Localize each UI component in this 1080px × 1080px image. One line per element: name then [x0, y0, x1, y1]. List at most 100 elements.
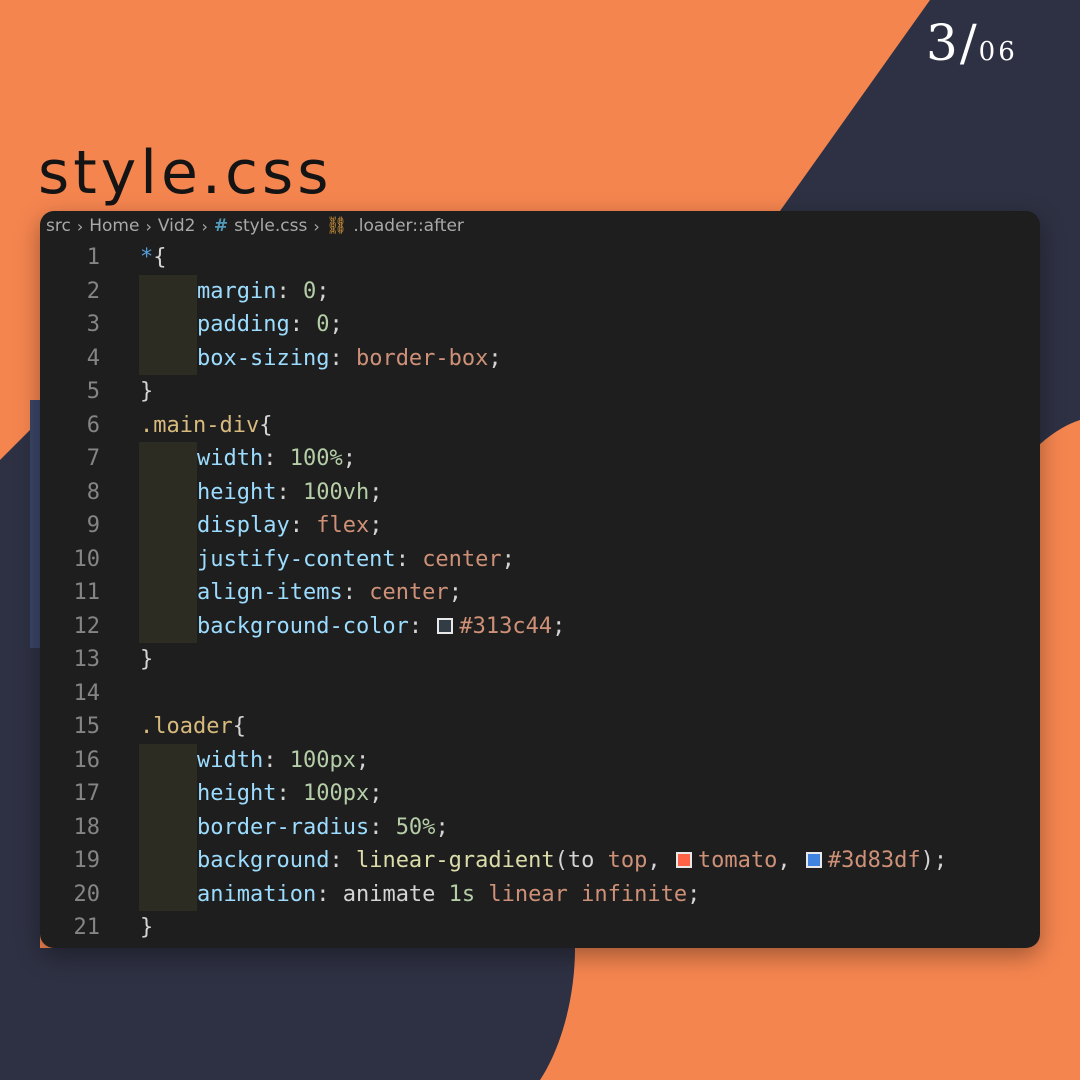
- line-number: 21: [73, 915, 101, 940]
- code-line: 2 margin: 0;: [40, 274, 1040, 309]
- code-line: 9 display: flex;: [40, 509, 1040, 543]
- page-separator: /: [959, 14, 977, 72]
- code-token: center: [369, 580, 449, 605]
- code-token: 100vh: [302, 479, 370, 505]
- chevron-right-icon: ›: [145, 216, 152, 236]
- chevron-right-icon: ›: [201, 216, 208, 236]
- code-token: ,: [647, 848, 674, 873]
- line-number: 3: [86, 312, 100, 337]
- code-token: :: [289, 312, 317, 337]
- line-number: 12: [73, 613, 101, 639]
- code-line: 4 box-sizing: border-box;: [40, 341, 1040, 376]
- navy-side-accent: [30, 400, 40, 648]
- code-line: 19 background: linear-gradient(to top, to…: [40, 844, 1040, 878]
- code-text: justify-content: center;: [197, 543, 515, 577]
- code-token: ;: [369, 513, 383, 538]
- line-number: 8: [86, 479, 100, 505]
- code-token: ;: [342, 446, 356, 471]
- page-title: style.css: [38, 138, 333, 208]
- indent-guide: [139, 777, 197, 811]
- code-token: .loader: [140, 714, 233, 739]
- color-swatch-icon[interactable]: [805, 852, 822, 868]
- code-token: :: [263, 747, 290, 773]
- code-token: *: [140, 245, 154, 270]
- color-swatch-icon[interactable]: [675, 852, 692, 868]
- code-text: *{: [140, 241, 167, 275]
- line-number: 19: [73, 848, 101, 873]
- code-token: display: [197, 513, 290, 538]
- indent-guide: [139, 341, 197, 375]
- breadcrumb-item-file[interactable]: style.css: [234, 216, 307, 236]
- code-token: ;: [316, 278, 330, 304]
- code-line: 8 height: 100vh;: [40, 475, 1040, 509]
- page-total: 06: [978, 37, 1018, 67]
- code-text: margin: 0;: [197, 275, 329, 309]
- chevron-right-icon: ›: [313, 216, 320, 236]
- line-number: 9: [86, 513, 100, 538]
- code-token: #313c44: [459, 613, 553, 639]
- indent-guide: [139, 844, 197, 878]
- code-line: 1 *{: [40, 241, 1040, 275]
- code-line: 3 padding: 0;: [40, 308, 1040, 342]
- code-token: ;: [552, 613, 566, 639]
- code-line: 5}: [40, 375, 1040, 409]
- code-token: ;: [369, 781, 383, 806]
- code-token: ;: [501, 546, 515, 572]
- code-text: align-items: center;: [197, 576, 462, 610]
- indent-guide: [139, 810, 197, 844]
- code-token: width: [197, 446, 264, 471]
- code-token: : animate: [316, 881, 449, 907]
- code-text: border-radius: 50%;: [197, 811, 449, 845]
- code-line: 21}: [40, 911, 1040, 945]
- code-token: }: [140, 379, 154, 404]
- code-token: 50%: [395, 814, 436, 840]
- line-number: 1: [86, 245, 100, 270]
- indent-guide: [139, 274, 197, 308]
- code-line: 15 .loader{: [40, 710, 1040, 744]
- line-number: 2: [86, 278, 100, 304]
- code-line: 14: [40, 677, 1040, 711]
- breadcrumb-item-vid2[interactable]: Vid2: [158, 216, 196, 236]
- code-token: background: [197, 848, 330, 873]
- code-token: {: [153, 245, 167, 270]
- code-token: center: [422, 546, 502, 572]
- color-swatch-icon[interactable]: [437, 617, 454, 634]
- code-line: 16 width: 100px;: [40, 743, 1040, 777]
- code-token: infinite: [581, 881, 688, 907]
- breadcrumb-item-src[interactable]: src: [46, 216, 71, 236]
- line-number: 18: [73, 814, 101, 840]
- code-line: 11 align-items: center;: [40, 576, 1040, 610]
- code-token: ;: [488, 345, 502, 371]
- indent-guide: [139, 442, 197, 476]
- line-number: 14: [73, 680, 101, 706]
- code-token: :: [289, 513, 317, 538]
- line-number: 11: [73, 580, 101, 605]
- code-token: box-sizing: [197, 345, 330, 371]
- code-text: box-sizing: border-box;: [197, 342, 502, 376]
- breadcrumb-item-symbol[interactable]: .loader::after: [353, 216, 464, 236]
- code-token: ;: [355, 747, 370, 773]
- code-line: 17 height: 100px;: [40, 777, 1040, 811]
- breadcrumb-item-home[interactable]: Home: [89, 216, 139, 236]
- code-token: 0: [302, 278, 317, 304]
- code-token: height: [197, 479, 277, 505]
- code-text: background: linear-gradient(to top, toma…: [197, 844, 947, 878]
- code-token: }: [140, 647, 154, 672]
- line-number: 4: [86, 345, 100, 371]
- code-token: .main-div: [140, 412, 260, 438]
- code-token: padding: [197, 312, 290, 337]
- code-token: linear: [488, 881, 568, 907]
- code-token: );: [920, 848, 948, 873]
- indent-guide: [139, 308, 197, 342]
- code-token: :: [276, 278, 303, 304]
- code-token: ;: [369, 479, 383, 505]
- code-token: :: [276, 479, 303, 505]
- indent-guide: [139, 609, 197, 643]
- code-token: 100px: [289, 747, 356, 773]
- line-number: 5: [86, 379, 100, 404]
- indent-guide: [139, 743, 197, 777]
- code-line: 13}: [40, 643, 1040, 677]
- code-line: 6 .main-div{: [40, 409, 1040, 443]
- code-token: top: [607, 848, 648, 873]
- code-area[interactable]: 1 *{2 margin: 0; 3 padding: 0; 4 box-sizing: b…: [40, 241, 1040, 945]
